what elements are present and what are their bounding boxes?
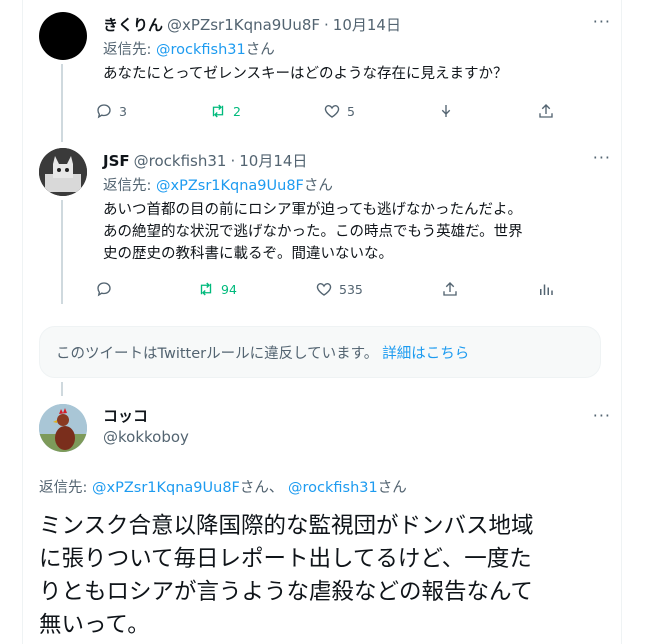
reply-icon [97,282,111,297]
retweet-count: 2 [232,103,241,119]
reply-prefix: 返信先: [103,178,152,194]
tweet-actions: 3 2 5 [95,99,555,123]
retweet-icon [212,104,224,118]
user-name[interactable]: きくりん [103,14,163,35]
reply-to-link[interactable]: @xPZsr1Kqna9Uu8F [92,480,240,496]
tweet-text-line: 無いって。 [39,612,150,638]
tweet-text-line: 史の歴史の教科書に載るぞ。間違いないな。 [103,246,393,262]
user-handle[interactable]: @xPZsr1Kqna9Uu8F [167,16,320,34]
tweet-text-line: に張りついて毎日レポート出してるけど、一度た [39,546,532,572]
reply-to-line: 返信先: @xPZsr1Kqna9Uu8Fさん [103,174,333,195]
separator: · [230,151,236,170]
avatar-image [39,404,87,452]
tweet-text-line: あいつ首都の目の前にロシア軍が迫っても逃げなかったんだよ。 [103,202,523,218]
timeline-frame: きくりん @xPZsr1Kqna9Uu8F · 10月14日 ··· 返信先: … [22,0,622,644]
thread-line [61,382,63,396]
separator: · [324,15,329,34]
download-icon [441,105,451,117]
notice-learn-more-link[interactable]: 詳細はこちら [382,342,469,363]
like-icon [316,283,332,296]
retweet-count: 94 [221,281,237,297]
notice-text: このツイートはTwitterルールに違反しています。 [56,345,379,362]
analytics-button[interactable] [537,277,555,301]
analytics-icon [539,284,553,295]
user-name[interactable]: コッコ [103,405,148,426]
retweet-icon [200,282,212,296]
reply-button[interactable] [95,277,119,301]
share-icon [539,104,553,118]
more-icon[interactable]: ··· [593,406,611,425]
share-button[interactable] [441,277,459,301]
share-icon [443,282,457,296]
avatar[interactable] [39,404,87,452]
retweet-button[interactable]: 2 [209,99,241,123]
like-icon [324,105,340,118]
avatar-image [39,148,87,196]
like-button[interactable]: 5 [323,99,355,123]
avatar[interactable] [39,148,87,196]
reply-to-link[interactable]: @rockfish31 [288,480,378,496]
rule-violation-notice: このツイートはTwitterルールに違反しています。 詳細はこちら [39,326,601,378]
reply-suffix: さん [303,178,333,194]
avatar[interactable] [39,12,87,60]
reply-to-link[interactable]: @xPZsr1Kqna9Uu8F [156,178,304,194]
user-handle[interactable]: @rockfish31 [134,152,227,170]
retweet-button[interactable]: 94 [197,277,237,301]
tweet-actions: 94 535 [95,277,555,301]
more-icon[interactable]: ··· [593,148,611,167]
tweet-header: JSF @rockfish31 · 10月14日 [103,150,307,171]
tweet-header: きくりん @xPZsr1Kqna9Uu8F · 10月14日 [103,14,401,35]
tweet-text-line: あなたにとってゼレンスキーはどのような存在に見えますか？ [103,66,508,82]
reply-count: 3 [119,103,127,119]
tweet-text-line: ミンスク合意以降国際的な監視団がドンバス地域 [39,513,534,539]
reply-icon [97,104,111,119]
reply-suffix: さん [377,480,407,496]
user-handle[interactable]: @kokkoboy [103,428,189,446]
reply-prefix: 返信先: [103,42,152,58]
reply-to-line: 返信先: @rockfish31さん [103,38,275,59]
more-icon[interactable]: ··· [593,12,611,31]
reply-prefix: 返信先: [39,480,88,496]
like-count: 5 [346,103,355,119]
tweet-date[interactable]: 10月14日 [333,14,401,35]
thread-line [61,64,63,142]
share-button[interactable] [537,99,555,123]
download-button[interactable] [437,99,455,123]
reply-suffix: さん [245,42,275,58]
like-button[interactable]: 535 [315,277,363,301]
tweet-text-line: あの絶望的な状況で逃げなかった。この時点でもう英雄だ。世界 [103,224,523,240]
tweet-text: あいつ首都の目の前にロシア軍が迫っても逃げなかったんだよ。 あの絶望的な状況で逃… [103,199,523,265]
reply-button[interactable]: 3 [95,99,127,123]
tweet-text-line: りともロシアが言うような虐殺などの報告なんて [39,579,533,605]
reply-to-line: 返信先: @xPZsr1Kqna9Uu8Fさん、 @rockfish31さん [39,476,407,497]
thread-line [61,200,63,304]
tweet-date[interactable]: 10月14日 [239,150,307,171]
tweet-text: あなたにとってゼレンスキーはどのような存在に見えますか？ [103,63,508,85]
reply-to-link[interactable]: @rockfish31 [156,42,246,58]
main-tweet-text: ミンスク合意以降国際的な監視団がドンバス地域 に張りついて毎日レポート出してるけ… [39,510,609,642]
user-name[interactable]: JSF [103,152,130,170]
like-count: 535 [339,281,363,297]
reply-mid: さん、 [239,480,284,496]
